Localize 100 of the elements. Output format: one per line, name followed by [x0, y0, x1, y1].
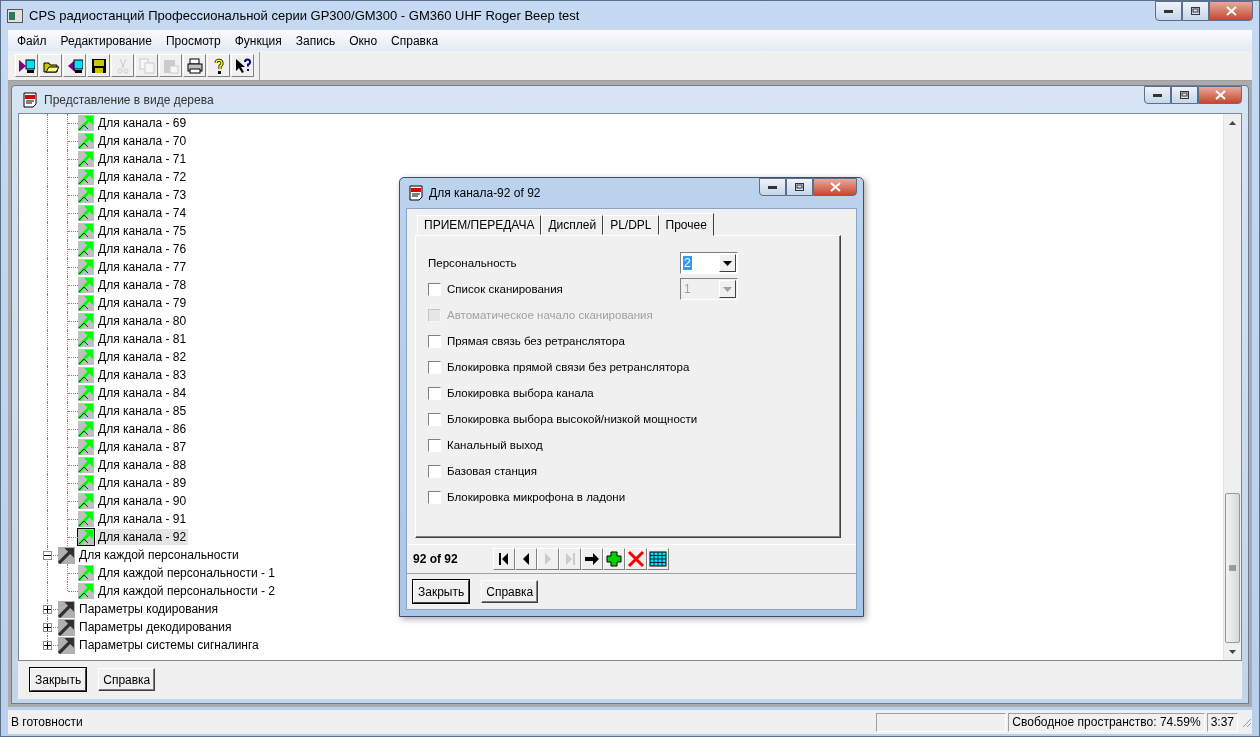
dialog-button[interactable]: Закрыть: [30, 668, 87, 691]
maximize-button[interactable]: [786, 178, 813, 196]
tab[interactable]: ПРИЕМ/ПЕРЕДАЧА: [417, 215, 542, 235]
arrow-icon: [78, 151, 94, 167]
checkbox[interactable]: [428, 386, 441, 400]
tree-item[interactable]: Для канала - 91: [96, 511, 189, 527]
close-icon: [1214, 90, 1226, 100]
navigation-button[interactable]: [493, 548, 515, 570]
tree-item[interactable]: Для канала - 81: [96, 331, 189, 347]
tree-item[interactable]: Для канала - 69: [96, 115, 189, 131]
menu-item[interactable]: Справка: [384, 33, 446, 48]
tree-item[interactable]: Параметры системы сигналинга: [77, 637, 261, 653]
dialog-button[interactable]: Справка: [481, 580, 539, 603]
resize-grip-icon: [1240, 716, 1252, 728]
tab[interactable]: PL/DPL: [603, 215, 659, 235]
plus-icon: [606, 551, 622, 567]
tree-item[interactable]: Для канала - 79: [96, 295, 189, 311]
menu-item[interactable]: Просмотр: [158, 33, 228, 48]
maximize-button[interactable]: [1182, 1, 1209, 21]
tree-item[interactable]: Для канала - 86: [96, 421, 189, 437]
arrow-icon: [78, 295, 94, 311]
tree-item[interactable]: Для канала - 85: [96, 403, 189, 419]
tree-item[interactable]: Для канала - 76: [96, 241, 189, 257]
tree-item[interactable]: Для каждой персональности - 1: [96, 565, 277, 581]
maximize-button[interactable]: [1171, 86, 1198, 104]
arrow-to-monitor-icon: [18, 57, 35, 74]
tree-item[interactable]: Для каждой персональности: [77, 547, 241, 563]
maximize-icon: [1180, 91, 1189, 99]
scissors-icon: [114, 57, 131, 74]
expand-toggle[interactable]: [43, 605, 52, 614]
tree-item[interactable]: Для канала - 88: [96, 457, 189, 473]
scrollbar[interactable]: [1223, 114, 1241, 660]
plus-icon: [44, 624, 51, 631]
maximize-icon: [795, 183, 804, 191]
arrow-icon: [78, 133, 94, 149]
menu-item[interactable]: Файл: [10, 33, 54, 48]
tree-item[interactable]: Для канала - 90: [96, 493, 189, 509]
printer-icon: [186, 57, 203, 74]
navigation-button[interactable]: [603, 548, 625, 570]
checkbox[interactable]: [428, 490, 441, 504]
menu-item[interactable]: Запись: [288, 33, 343, 48]
next-record-icon: [542, 552, 554, 566]
menu-item[interactable]: Функция: [227, 33, 289, 48]
expand-toggle[interactable]: [43, 641, 52, 650]
tab[interactable]: Прочее: [658, 213, 714, 236]
copy-icon: [138, 57, 155, 74]
collapse-toggle[interactable]: [43, 551, 52, 560]
tree-item[interactable]: Для канала - 78: [96, 277, 189, 293]
tree-item[interactable]: Параметры кодирования: [77, 601, 220, 617]
checkbox[interactable]: [428, 282, 441, 296]
dialog-button[interactable]: Справка: [98, 668, 156, 691]
tree-item[interactable]: Для канала - 83: [96, 367, 189, 383]
tree-item[interactable]: Для канала - 82: [96, 349, 189, 365]
tree-item[interactable]: Для канала - 70: [96, 133, 189, 149]
expand-toggle[interactable]: [43, 623, 52, 632]
tree-item[interactable]: Для канала - 84: [96, 385, 189, 401]
up-arrow-icon: [1229, 120, 1236, 125]
checkbox[interactable]: [428, 412, 441, 426]
save-icon: [90, 57, 107, 74]
tree-item[interactable]: Для каждой персональности - 2: [96, 583, 277, 599]
close-button[interactable]: [1198, 86, 1242, 104]
checkbox[interactable]: [428, 438, 441, 452]
status-text: В готовности: [10, 714, 84, 731]
toolbar-button[interactable]: [39, 54, 62, 77]
toolbar-button[interactable]: [231, 54, 254, 77]
minimize-button[interactable]: [1155, 1, 1182, 21]
tree-item[interactable]: Для канала - 72: [96, 169, 189, 185]
toolbar-button[interactable]: [15, 54, 38, 77]
minus-icon: [44, 552, 51, 559]
tree-item[interactable]: Для канала - 73: [96, 187, 189, 203]
minimize-button[interactable]: [759, 178, 786, 196]
navigation-button[interactable]: [581, 548, 603, 570]
tree-item[interactable]: Для канала - 74: [96, 205, 189, 221]
tree-item[interactable]: Для канала - 92: [96, 529, 189, 545]
tree-item[interactable]: Для канала - 80: [96, 313, 189, 329]
checkbox[interactable]: [428, 334, 441, 348]
toolbar-button[interactable]: [63, 54, 86, 77]
tree-item[interactable]: Для канала - 87: [96, 439, 189, 455]
close-button[interactable]: [813, 178, 857, 196]
tree-item[interactable]: Для канала - 71: [96, 151, 189, 167]
close-button[interactable]: [1209, 1, 1253, 21]
tree-item[interactable]: Параметры декодирования: [77, 619, 234, 635]
arrow-icon: [78, 331, 94, 347]
dialog-button[interactable]: Закрыть: [413, 580, 470, 603]
tree-item[interactable]: Для канала - 89: [96, 475, 189, 491]
dropdown-arrow-icon: [723, 260, 732, 266]
checkbox[interactable]: [428, 464, 441, 478]
navigation-button[interactable]: [647, 548, 669, 570]
tree-item[interactable]: Для канала - 75: [96, 223, 189, 239]
checkbox[interactable]: [428, 360, 441, 374]
tab[interactable]: Дисплей: [541, 215, 604, 235]
minimize-button[interactable]: [1144, 86, 1171, 104]
toolbar-button[interactable]: [207, 54, 230, 77]
arrow-icon: [78, 187, 94, 203]
menu-item[interactable]: Редактирование: [53, 33, 159, 48]
navigation-button[interactable]: [515, 548, 537, 570]
menu-item[interactable]: Окно: [342, 33, 385, 48]
toolbar-button[interactable]: [183, 54, 206, 77]
toolbar-button[interactable]: [87, 54, 110, 77]
tree-item[interactable]: Для канала - 77: [96, 259, 189, 275]
